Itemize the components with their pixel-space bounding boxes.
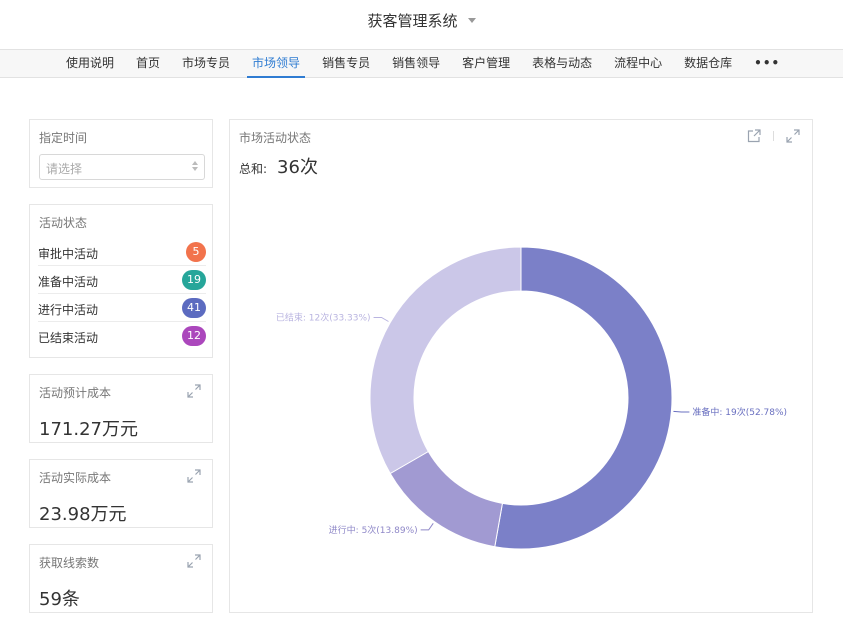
status-row-in-progress[interactable]: 进行中活动 41 <box>38 294 206 322</box>
status-label: 进行中活动 <box>38 303 99 317</box>
donut-slice-3[interactable] <box>369 246 522 475</box>
nav-item-home[interactable]: 首页 <box>125 50 171 77</box>
icon-divider <box>773 131 774 141</box>
donut-label-2: 进行中: 5次(13.89%) <box>329 524 418 536</box>
nav-item-process-center[interactable]: 流程中心 <box>603 50 673 77</box>
label-leader-line-1 <box>673 410 690 413</box>
estimated-cost-card: 活动预计成本 171.27万元 <box>29 374 213 443</box>
estimated-cost-value: 171.27万元 <box>39 419 138 440</box>
time-select-placeholder: 请选择 <box>46 162 83 176</box>
leads-count-value: 59条 <box>39 589 80 610</box>
time-filter-card: 指定时间 请选择 <box>29 119 213 188</box>
nav-item-customer-management[interactable]: 客户管理 <box>451 50 521 77</box>
chevron-down-icon <box>467 18 476 23</box>
expand-icon[interactable] <box>187 469 201 483</box>
status-label: 已结束活动 <box>38 331 99 345</box>
time-select[interactable]: 请选择 <box>39 154 205 180</box>
nav-item-tables-dynamics[interactable]: 表格与动态 <box>521 50 603 77</box>
activity-status-card: 活动状态 审批中活动 5 准备中活动 19 进行中活动 41 已结束活动 12 <box>29 204 213 358</box>
activity-chart-card: 市场活动状态 总和: 36次 准备中: 19次(52.78%) 进行中: 5次(1… <box>229 119 813 613</box>
time-filter-title: 指定时间 <box>39 131 88 145</box>
label-leader-line-3 <box>373 317 389 322</box>
status-label: 审批中活动 <box>38 247 99 261</box>
nav-list: 使用说明 首页 市场专员 市场领导 销售专员 销售领导 客户管理 表格与动态 流… <box>55 50 791 78</box>
actual-cost-card: 活动实际成本 23.98万元 <box>29 459 213 528</box>
select-arrows-icon <box>192 161 198 175</box>
leads-count-card: 获取线索数 59条 <box>29 544 213 613</box>
status-label: 准备中活动 <box>38 275 99 289</box>
status-count-badge: 19 <box>182 270 206 290</box>
app-header: 获客管理系统 <box>0 0 843 40</box>
status-count-badge: 5 <box>186 242 206 262</box>
status-donut-chart: 准备中: 19次(52.78%) 进行中: 5次(13.89%) 已结束: 12次(… <box>276 246 787 550</box>
nav-item-sales-specialist[interactable]: 销售专员 <box>311 50 381 77</box>
actual-cost-title: 活动实际成本 <box>39 471 112 485</box>
app-title: 获客管理系统 <box>367 12 458 30</box>
actual-cost-value: 23.98万元 <box>39 504 127 525</box>
status-row-approving[interactable]: 审批中活动 5 <box>38 238 206 266</box>
status-row-preparing[interactable]: 准备中活动 19 <box>38 266 206 294</box>
nav-item-guide[interactable]: 使用说明 <box>55 50 125 77</box>
status-count-badge: 12 <box>182 326 206 346</box>
leads-count-title: 获取线索数 <box>39 556 100 570</box>
donut-slice-1[interactable] <box>494 246 673 550</box>
status-count-badge: 41 <box>182 298 206 318</box>
nav-item-marketing-specialist[interactable]: 市场专员 <box>171 50 241 77</box>
donut-label-3: 已结束: 12次(33.33%) <box>276 312 371 324</box>
expand-icon[interactable] <box>187 554 201 568</box>
nav-item-marketing-leader[interactable]: 市场领导 <box>241 50 311 78</box>
nav-item-sales-leader[interactable]: 销售领导 <box>381 50 451 77</box>
expand-icon[interactable] <box>187 384 201 398</box>
main-nav: 使用说明 首页 市场专员 市场领导 销售专员 销售领导 客户管理 表格与动态 流… <box>0 49 843 78</box>
label-leader-line-2 <box>420 523 434 531</box>
nav-item-data-warehouse[interactable]: 数据仓库 <box>673 50 743 77</box>
status-row-finished[interactable]: 已结束活动 12 <box>38 322 206 350</box>
estimated-cost-title: 活动预计成本 <box>39 386 112 400</box>
app-switcher[interactable]: 获客管理系统 <box>367 10 476 31</box>
activity-status-title: 活动状态 <box>39 216 88 230</box>
more-icon[interactable]: ••• <box>743 50 791 77</box>
donut-label-1: 准备中: 19次(52.78%) <box>692 406 787 418</box>
